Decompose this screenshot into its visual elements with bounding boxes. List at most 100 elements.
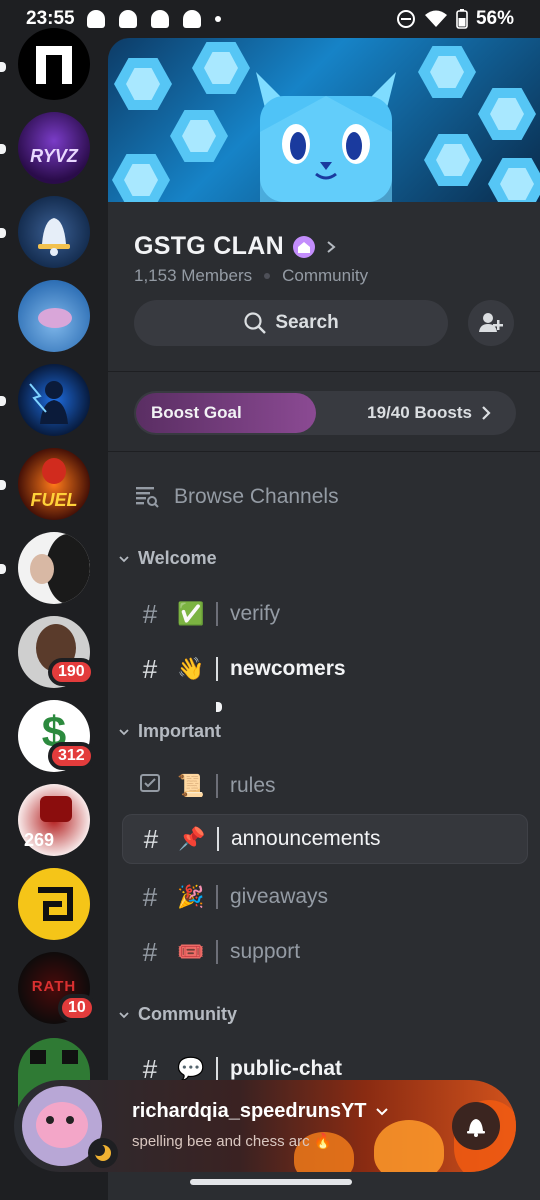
chevron-down-icon [119,1011,129,1018]
server-icon-bell[interactable] [18,196,90,268]
browse-channels-button[interactable]: Browse Channels [134,484,339,510]
invite-members-button[interactable] [468,300,514,346]
bell-logo-icon [38,218,70,256]
server-unread-pill [0,480,6,490]
channel-separator [217,827,219,851]
rules-channel-icon [136,771,164,802]
channel-separator [216,940,218,964]
server-fuel-text: FUEL [30,490,78,510]
browse-channels-label: Browse Channels [174,485,339,508]
lightning-figure-icon [29,381,68,424]
snapchat-notification-icon [86,10,105,28]
channel-name: newcomers [230,657,346,680]
chevron-down-icon [119,555,129,562]
frog-eye [30,1050,46,1064]
category-label: Important [138,721,221,741]
chevron-right-icon [327,240,336,253]
server-rath-text: RATH [31,978,77,995]
mention-badge: 190 [48,658,95,686]
boost-goal-bar[interactable]: Boost Goal 19/40 Boosts [134,391,516,435]
server-name: GSTG CLAN [134,232,284,260]
channel-support[interactable]: # 🎟️ support [122,927,528,977]
channel-verify[interactable]: # ✅ verify [122,589,528,639]
channel-name: support [230,940,301,963]
mention-badge: 269 [24,830,55,850]
channel-giveaways[interactable]: # 🎉 giveaways [122,872,528,922]
username[interactable]: richardqia_speedrunsYT [132,1100,389,1123]
server-banner [108,38,540,202]
discord-app: 23:55 56% RYVZ FUEL 190 $ 312 269 RATH 1… [0,0,540,1200]
server-icon-fuel[interactable]: FUEL [18,448,90,520]
channel-newcomers[interactable]: # 👋 newcomers [122,644,528,694]
snapchat-notification-icon [150,10,169,28]
idle-status-icon [88,1138,118,1168]
channel-name: giveaways [230,885,329,908]
battery-icon [456,9,468,29]
channel-name: rules [230,774,276,797]
server-unread-pill [0,228,6,238]
category-label: Community [138,1004,237,1024]
server-icon-lightning[interactable] [18,364,90,436]
avatar-eye [46,1116,54,1124]
gem-decoration [424,134,482,186]
boost-count: 19/40 Boosts [367,403,492,423]
home-indicator[interactable] [190,1179,352,1185]
channel-separator [216,885,218,909]
hc-mascot [40,796,72,822]
mention-badge: 10 [58,994,96,1022]
server-icon-blob[interactable] [18,280,90,352]
wave-emoji-icon: 👋 [177,656,205,681]
channel-separator [216,602,218,626]
pin-emoji-icon: 📌 [178,826,206,851]
gem-decoration [418,46,476,98]
scroll-emoji-icon: 📜 [177,773,205,798]
battery-percent: 56% [475,8,514,29]
category-welcome[interactable]: Welcome [118,548,217,569]
server-ryvz-text: RYVZ [30,146,78,166]
server-title[interactable]: GSTG CLAN [134,232,338,261]
channel-separator [216,657,218,681]
gem-decoration [488,158,540,202]
search-label: Search [275,312,339,333]
username-text: richardqia_speedrunsYT [132,1100,367,1122]
notifications-button[interactable] [452,1102,500,1150]
hash-icon: # [142,598,158,629]
meta-separator [264,273,271,279]
category-label: Welcome [138,548,217,568]
chevron-right-icon [482,406,491,420]
divider [108,451,540,452]
server-meta: 1,153 Members Community [134,266,368,286]
frog-eye [62,1050,78,1064]
server-unread-pill [0,564,6,574]
channel-name: verify [230,602,281,625]
search-button[interactable]: Search [134,300,448,346]
flame-decoration [374,1120,444,1172]
category-community[interactable]: Community [118,1004,237,1025]
custom-status: spelling bee and chess arc 🔥 [132,1133,333,1150]
server-icon-n[interactable] [18,28,90,100]
category-important[interactable]: Important [118,721,221,742]
yellow-logo-icon [38,887,73,921]
server-unread-pill [0,396,6,406]
n-logo-icon [36,46,72,84]
add-user-icon [479,313,503,332]
server-rail: RYVZ FUEL 190 $ 312 269 RATH 10 [0,24,108,1200]
blob-character [38,308,72,328]
boost-goal-label: Boost Goal [151,403,242,422]
channel-name: announcements [231,827,381,850]
server-icon-ryvz[interactable]: RYVZ [18,112,90,184]
gem-decoration [478,88,536,140]
channel-announcements[interactable]: # 📌 announcements [122,814,528,864]
server-icon-yellow[interactable] [18,868,90,940]
boost-count-text: 19/40 Boosts [367,403,472,422]
hash-icon: # [142,653,158,684]
status-right: 56% [396,8,514,30]
channel-rules[interactable]: 📜 rules [122,761,528,811]
server-icon-portrait[interactable] [18,532,90,604]
user-panel[interactable]: richardqia_speedrunsYT spelling bee and … [14,1080,516,1172]
snapchat-notification-icon [182,10,201,28]
browse-channels-icon [136,487,159,508]
server-unread-pill [0,62,6,72]
server-type: Community [282,266,369,285]
community-badge-icon [292,235,315,258]
